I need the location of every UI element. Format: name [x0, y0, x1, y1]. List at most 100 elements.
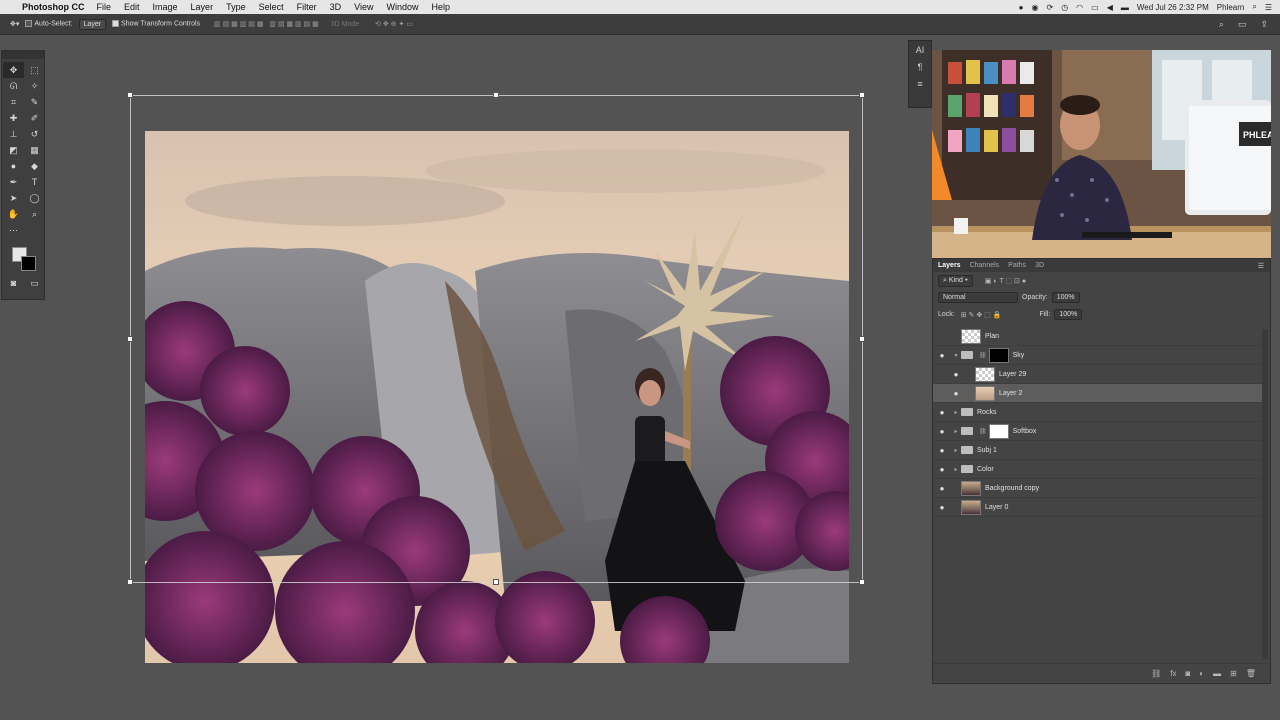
menu-edit[interactable]: Edit [124, 2, 140, 12]
quick-mask-icon[interactable]: ◙ [3, 275, 24, 291]
chevron-right-icon[interactable]: ▸ [951, 428, 961, 435]
battery-icon[interactable]: ▬ [1121, 3, 1129, 12]
transform-handle[interactable] [493, 92, 499, 98]
path-select-icon[interactable]: ➤ [3, 190, 24, 206]
tab-channels[interactable]: Channels [970, 262, 1000, 269]
tab-layers[interactable]: Layers [938, 262, 961, 269]
search-icon[interactable]: ⌕ [1219, 19, 1224, 30]
menu-view[interactable]: View [354, 2, 373, 12]
menu-type[interactable]: Type [226, 2, 246, 12]
dodge-icon[interactable]: ● [3, 158, 24, 174]
auto-select-checkbox[interactable]: Auto-Select: [25, 20, 73, 28]
transform-handle[interactable] [859, 579, 865, 585]
layer-row-layer-0[interactable]: ● Layer 0 [933, 498, 1262, 517]
properties-panel-icon[interactable]: ≡ [909, 75, 931, 92]
more-tools-icon[interactable]: ⋯ [3, 222, 24, 238]
workspace-icon[interactable]: ▭ [1238, 19, 1247, 30]
layer-row-rocks[interactable]: ● ▸ Rocks [933, 403, 1262, 422]
eye-icon[interactable]: ● [947, 389, 965, 398]
wifi-icon[interactable]: ◠ [1076, 3, 1083, 12]
brush-tool-icon[interactable]: ✐ [24, 110, 45, 126]
sync-icon[interactable]: ⟳ [1046, 3, 1053, 12]
eye-icon[interactable]: ● [933, 351, 951, 360]
chevron-down-icon[interactable]: ▾ [951, 352, 961, 359]
move-tool-icon[interactable]: ✥ [3, 62, 24, 78]
record-icon[interactable]: ● [1019, 3, 1024, 12]
eye-icon[interactable]: ● [947, 370, 965, 379]
layer-row-sky[interactable]: ● ▾ ⛓ Sky [933, 346, 1262, 365]
layer-row-layer-29[interactable]: ● Layer 29 [933, 365, 1262, 384]
eye-icon[interactable]: ● [933, 446, 951, 455]
screen-mode-icon[interactable]: ▭ [24, 275, 45, 291]
layer-row-subj-1[interactable]: ● ▸ Subj 1 [933, 441, 1262, 460]
add-mask-icon[interactable]: ◙ [1185, 669, 1190, 678]
chevron-right-icon[interactable]: ▸ [951, 447, 961, 454]
auto-select-dropdown[interactable]: Layer [78, 18, 107, 30]
zoom-tool-icon[interactable]: ⌕ [24, 206, 45, 222]
panel-menu-icon[interactable]: ☰ [1258, 262, 1270, 270]
layer-row-color[interactable]: ● ▸ Color [933, 460, 1262, 479]
healing-brush-icon[interactable]: ✚ [3, 110, 24, 126]
lock-icons[interactable]: ⊞ ✎ ✥ ⬚ 🔒 [961, 311, 1002, 319]
transform-handle[interactable] [859, 92, 865, 98]
eye-icon[interactable]: ● [933, 484, 951, 493]
character-panel-icon[interactable]: AI [909, 41, 931, 58]
datetime[interactable]: Wed Jul 26 2:32 PM [1137, 3, 1209, 12]
document-canvas[interactable] [145, 131, 849, 663]
ellipse-tool-icon[interactable]: ◯ [24, 190, 45, 206]
show-transform-checkbox[interactable]: Show Transform Controls [112, 20, 200, 28]
paragraph-panel-icon[interactable]: ¶ [909, 58, 931, 75]
fill-field[interactable]: 100% [1054, 309, 1083, 320]
share-icon[interactable]: ⇪ [1260, 19, 1268, 30]
menu-image[interactable]: Image [153, 2, 178, 12]
blur-icon[interactable]: ◆ [24, 158, 45, 174]
layer-row-layer-2[interactable]: ● Layer 2 [933, 384, 1262, 403]
layers-scrollbar[interactable] [1262, 329, 1268, 659]
chevron-right-icon[interactable]: ▸ [951, 466, 961, 473]
hand-tool-icon[interactable]: ✋ [3, 206, 24, 222]
pen-tool-icon[interactable]: ✒ [3, 174, 24, 190]
eraser-icon[interactable]: ◩ [3, 142, 24, 158]
3d-mode-icons[interactable]: ⟲ ✥ ⊕ ✦ ▭ [375, 20, 413, 28]
app-name[interactable]: Photoshop CC [22, 2, 85, 12]
list-icon[interactable]: ☰ [1265, 3, 1272, 12]
blend-mode-dropdown[interactable]: Normal [938, 292, 1018, 303]
transform-handle[interactable] [127, 92, 133, 98]
tab-3d[interactable]: 3D [1035, 262, 1044, 269]
user-name[interactable]: Phlearn [1217, 3, 1245, 12]
transform-handle[interactable] [859, 336, 865, 342]
spotlight-icon[interactable]: ⌕ [1252, 2, 1256, 12]
menu-3d[interactable]: 3D [330, 2, 342, 12]
layer-row-softbox[interactable]: ● ▸ ⛓ Softbox [933, 422, 1262, 441]
menu-select[interactable]: Select [259, 2, 284, 12]
airplay-icon[interactable]: ▭ [1091, 3, 1099, 12]
layer-row-plan[interactable]: ● Plan [933, 327, 1262, 346]
toolbox-header[interactable] [2, 51, 44, 59]
tab-paths[interactable]: Paths [1008, 262, 1026, 269]
eye-icon[interactable]: ● [933, 465, 951, 474]
creative-cloud-icon[interactable]: ◉ [1032, 3, 1039, 12]
visibility-toggle[interactable]: ● [933, 332, 951, 341]
menu-file[interactable]: File [97, 2, 112, 12]
transform-handle[interactable] [127, 336, 133, 342]
chevron-right-icon[interactable]: ▸ [951, 409, 961, 416]
background-color[interactable] [21, 256, 36, 271]
eye-icon[interactable]: ● [933, 503, 951, 512]
layer-row-background-copy[interactable]: ● Background copy [933, 479, 1262, 498]
marquee-tool-icon[interactable]: ⬚ [24, 62, 45, 78]
type-tool-icon[interactable]: T [24, 174, 45, 190]
move-tool-icon[interactable]: ✥▾ [10, 20, 19, 28]
clock-icon[interactable]: ◷ [1061, 3, 1068, 12]
menu-window[interactable]: Window [386, 2, 418, 12]
volume-icon[interactable]: ◀ [1107, 3, 1113, 12]
crop-tool-icon[interactable]: ⌗ [3, 94, 24, 110]
transform-handle[interactable] [127, 579, 133, 585]
gradient-icon[interactable]: ▦ [24, 142, 45, 158]
adjustment-layer-icon[interactable]: ◐ [1199, 669, 1204, 678]
lasso-tool-icon[interactable]: ᘏ [3, 78, 24, 94]
fx-icon[interactable]: fx [1170, 669, 1176, 678]
eye-icon[interactable]: ● [933, 408, 951, 417]
clone-stamp-icon[interactable]: ⊥ [3, 126, 24, 142]
menu-filter[interactable]: Filter [297, 2, 317, 12]
filter-icons[interactable]: ▣ ◐ T ⬚ ⊡ ● [985, 277, 1026, 285]
